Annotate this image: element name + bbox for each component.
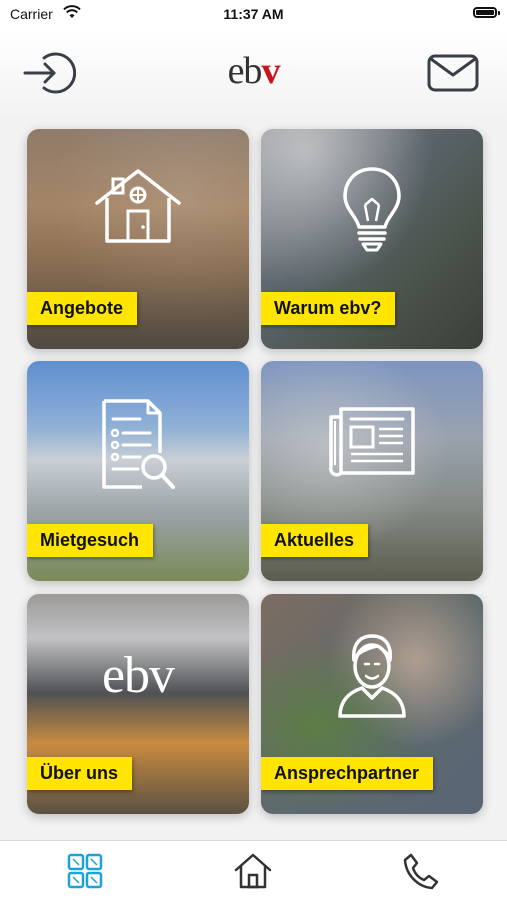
menu-grid: Angebote Warum ebv? Mietgesuch Aktuelles…: [0, 0, 507, 900]
tile-warum-ebv[interactable]: Warum ebv?: [261, 129, 483, 349]
tile-label: Angebote: [27, 292, 137, 325]
tile-ansprechpartner[interactable]: Ansprechpartner: [261, 594, 483, 814]
tile-mietgesuch[interactable]: Mietgesuch: [27, 361, 249, 581]
person-icon: [338, 634, 406, 718]
phone-icon[interactable]: [401, 851, 441, 891]
grid-icon[interactable]: [65, 851, 105, 891]
tile-label: Über uns: [27, 757, 133, 790]
ebv-logo: ebv: [101, 647, 175, 704]
lightbulb-icon: [343, 167, 401, 252]
tile-label: Warum ebv?: [261, 292, 396, 325]
tile-ueber-uns[interactable]: ebv Über uns: [27, 594, 249, 814]
home-icon[interactable]: [233, 851, 273, 891]
tab-bar: [0, 840, 507, 901]
newspaper-icon: [328, 407, 415, 477]
house-icon: [95, 169, 181, 243]
tile-label: Aktuelles: [261, 524, 369, 557]
tile-aktuelles[interactable]: Aktuelles: [261, 361, 483, 581]
tile-label: Ansprechpartner: [261, 757, 434, 790]
tile-label: Mietgesuch: [27, 524, 154, 557]
document-search-icon: [102, 399, 175, 489]
tile-angebote[interactable]: Angebote: [27, 129, 249, 349]
